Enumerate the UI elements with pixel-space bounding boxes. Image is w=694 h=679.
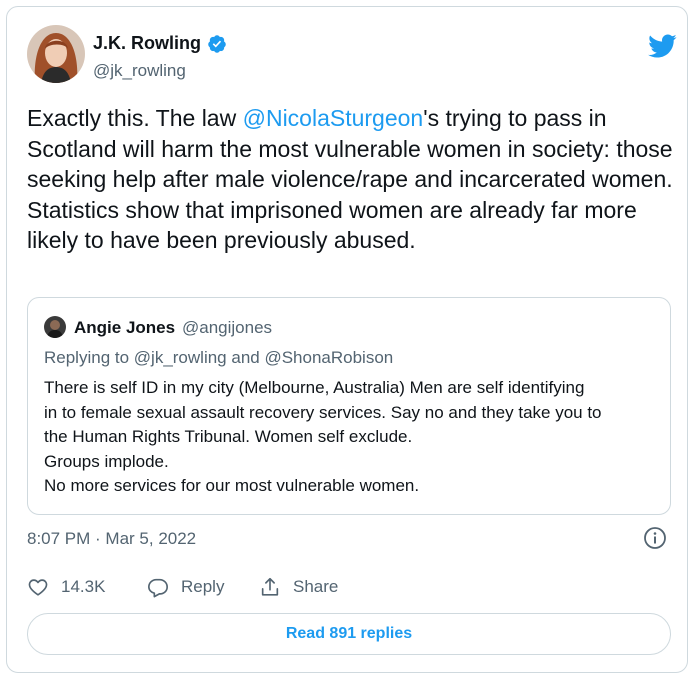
quoted-line: There is self ID in my city (Melbourne, … — [44, 378, 585, 397]
replying-mention-1[interactable]: @jk_rowling — [134, 348, 227, 367]
share-button[interactable]: Share — [259, 572, 338, 602]
tweet-actions: 14.3K Reply Share — [27, 572, 527, 602]
quoted-author-name[interactable]: Angie Jones — [74, 318, 175, 338]
tweet-text: Exactly this. The law @NicolaSturgeon's … — [27, 103, 677, 256]
replying-mention-2[interactable]: @ShonaRobison — [264, 348, 393, 367]
tweet-header: J.K. Rowling @jk_rowling — [27, 25, 677, 85]
quoted-tweet-text: There is self ID in my city (Melbourne, … — [44, 376, 656, 499]
share-icon — [261, 577, 279, 596]
replying-prefix: Replying to — [44, 348, 134, 367]
timestamp[interactable]: 8:07 PM · Mar 5, 2022 — [27, 529, 196, 549]
reply-label: Reply — [181, 577, 225, 596]
share-label: Share — [293, 577, 339, 596]
quoted-line: in to female sexual assault recovery ser… — [44, 402, 602, 422]
read-replies-button[interactable]: Read 891 replies — [27, 613, 671, 655]
quoted-avatar[interactable] — [44, 316, 66, 338]
verified-badge-icon — [207, 34, 227, 54]
quoted-line: the Human Rights Tribunal. Women self ex… — [44, 427, 413, 446]
author-name[interactable]: J.K. Rowling — [93, 33, 201, 54]
like-button[interactable]: 14.3K — [27, 572, 105, 602]
heart-icon — [28, 579, 48, 596]
replying-to: Replying to @jk_rowling and @ShonaRobiso… — [44, 348, 393, 368]
replying-and: and — [226, 348, 265, 367]
twitter-bird-icon[interactable] — [647, 31, 677, 61]
avatar[interactable] — [27, 25, 85, 83]
quoted-line: No more services for our most vulnerable… — [44, 476, 420, 495]
reply-icon — [148, 578, 168, 598]
quoted-line: Groups implode. — [44, 451, 169, 471]
info-icon[interactable] — [643, 526, 667, 550]
like-count: 14.3K — [61, 577, 106, 596]
author-handle[interactable]: @jk_rowling — [93, 61, 186, 81]
tweet-card: J.K. Rowling @jk_rowling Exactly this. T… — [6, 6, 688, 673]
quoted-author-handle[interactable]: @angijones — [182, 318, 272, 338]
reply-button[interactable]: Reply — [147, 572, 224, 602]
mention-link[interactable]: @NicolaSturgeon — [243, 105, 424, 131]
tweet-text-start: Exactly this. The law — [27, 105, 243, 131]
quoted-tweet[interactable]: Angie Jones @angijones Replying to @jk_r… — [27, 297, 671, 515]
